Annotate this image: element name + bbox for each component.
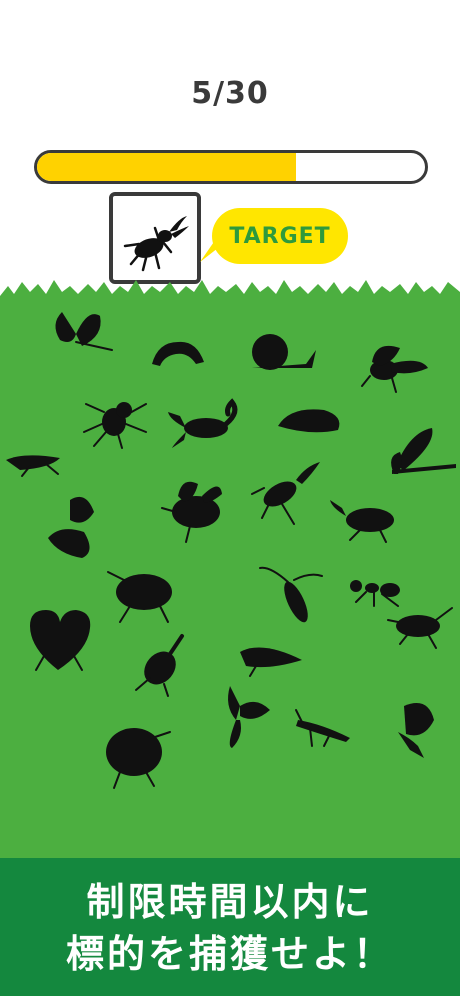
instruction-line-2: 標的を捕獲せよ！ [65,932,394,976]
instruction-line-1: 制限時間以内に [86,880,374,924]
stag-beetle-icon [123,216,189,272]
target-bubble: TARGET [212,208,348,264]
instruction-banner: 制限時間以内に 標的を捕獲せよ！ [0,858,460,996]
target-card [109,192,201,284]
progress-counter: 5/30 [191,76,269,111]
progress-fill [37,153,296,181]
grass-field [0,280,460,858]
progress-bar [34,150,428,184]
